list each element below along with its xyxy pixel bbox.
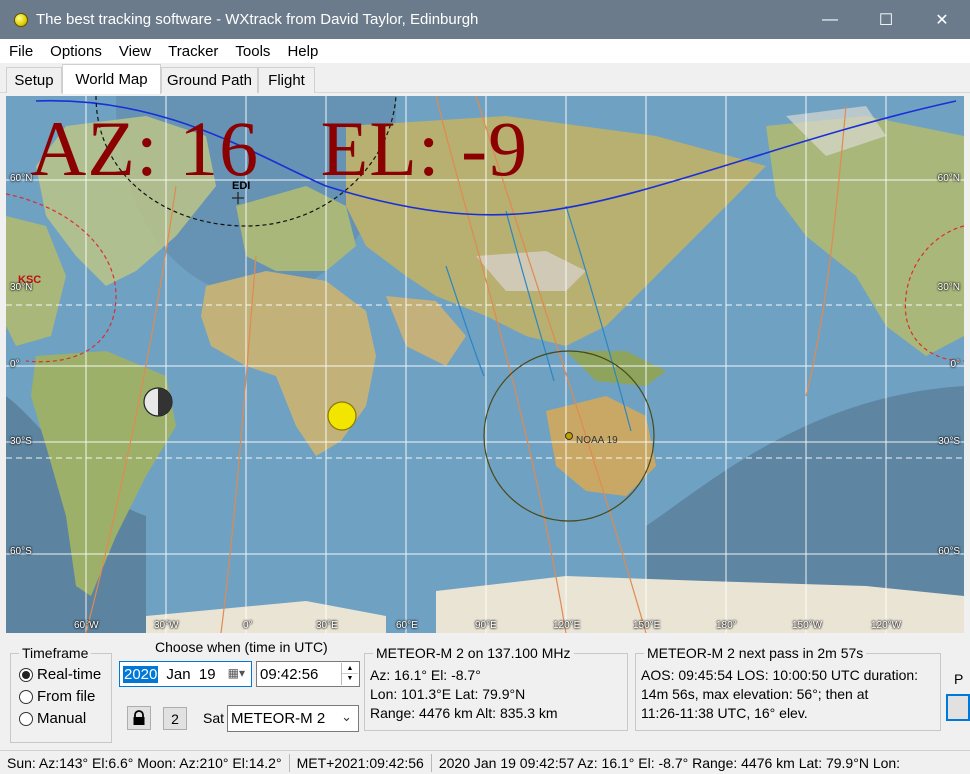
current-lon-lat: Lon: 101.3°E Lat: 79.9°N [370, 686, 526, 702]
lon-label-90e: 90°E [475, 620, 497, 631]
az-el-readout: AZ: 16 EL: -9 [30, 105, 529, 192]
lat-label-30n-right: 30°N [937, 282, 960, 293]
lat-label-0: 0° [10, 359, 20, 370]
lon-label-0: 0° [243, 620, 253, 631]
satellite-select[interactable]: METEOR-M 2 ⌄ [227, 705, 359, 732]
time-spinner[interactable]: ▲ ▼ [341, 663, 358, 685]
time-input[interactable]: 09:42:56 ▲ ▼ [256, 661, 360, 687]
lon-label-120w: 120°W [871, 620, 902, 631]
tab-ground-path[interactable]: Ground Path [161, 67, 258, 93]
tab-world-map[interactable]: World Map [62, 64, 161, 94]
sat-label: Sat [203, 710, 225, 726]
date-month-day[interactable]: Jan 19 [166, 666, 215, 683]
current-satellite-title: METEOR-M 2 on 137.100 MHz [373, 645, 574, 661]
tab-strip: Setup World Map Ground Path Flight [0, 63, 970, 94]
radio-manual[interactable]: Manual [19, 710, 86, 727]
satellite-label: NOAA 19 [576, 435, 618, 446]
title-bar: The best tracking software - WXtrack fro… [0, 0, 970, 39]
menu-tools[interactable]: Tools [226, 43, 278, 60]
lat-label-0-right: 0° [950, 359, 960, 370]
lat-label-30s-right: 30°S [938, 436, 960, 447]
menu-tracker[interactable]: Tracker [159, 43, 226, 60]
time-down-arrow-icon[interactable]: ▼ [342, 674, 358, 684]
next-pass-aos-los: AOS: 09:45:54 LOS: 10:00:50 UTC duration… [641, 667, 919, 683]
radio-from-file-indicator[interactable] [19, 689, 33, 704]
lock-button[interactable] [127, 706, 151, 730]
radio-real-time[interactable]: Real-time [19, 666, 101, 683]
chevron-down-icon[interactable]: ⌄ [341, 709, 352, 725]
lat-label-30n: 30°N [10, 282, 33, 293]
lon-label-120e: 120°E [553, 620, 581, 631]
lon-label-150e: 150°E [633, 620, 661, 631]
minimize-button[interactable]: — [802, 0, 858, 39]
lat-label-30s: 30°S [10, 436, 32, 447]
status-detail: 2020 Jan 19 09:42:57 Az: 16.1° El: -8.7°… [438, 754, 901, 771]
next-pass-title: METEOR-M 2 next pass in 2m 57s [644, 645, 867, 661]
lon-label-150w: 150°W [792, 620, 823, 631]
lon-label-30w: 30°W [154, 620, 179, 631]
radio-real-time-label: Real-time [37, 666, 102, 683]
next-pass-duration: 14m 56s, max elevation: 56°; then at [641, 686, 869, 702]
time-up-arrow-icon[interactable]: ▲ [342, 663, 358, 674]
radio-manual-indicator[interactable] [19, 711, 33, 726]
choose-when-title: Choose when (time in UTC) [155, 639, 328, 655]
current-az-el: Az: 16.1° El: -8.7° [370, 667, 481, 683]
date-picker[interactable]: 2020 Jan 19 ▦▾ [119, 661, 252, 687]
radio-manual-label: Manual [37, 710, 87, 727]
menu-options[interactable]: Options [41, 43, 110, 60]
radio-from-file[interactable]: From file [19, 688, 95, 705]
calendar-dropdown-icon[interactable]: ▦▾ [228, 666, 245, 680]
next-pass-following: 11:26-11:38 UTC, 16° elev. [641, 705, 808, 721]
lon-label-60e: 60°E [396, 620, 418, 631]
radio-from-file-label: From file [37, 688, 96, 705]
lock-icon [133, 710, 145, 725]
menu-view[interactable]: View [110, 43, 159, 60]
status-met: MET+2021:09:42:56 [290, 753, 432, 772]
menu-bar: File Options View Tracker Tools Help [0, 39, 970, 63]
time-value[interactable]: 09:42:56 [260, 666, 318, 683]
tab-flight[interactable]: Flight [258, 67, 315, 93]
lat-label-60s-right: 60°S [938, 546, 960, 557]
lat-label-60s: 60°S [10, 546, 32, 557]
control-panel: Timeframe Real-time From file Manual Cho… [0, 636, 970, 750]
edinburgh-label: EDI [232, 180, 251, 192]
lat-label-60n-right: 60°N [937, 173, 960, 184]
panel-edge-button[interactable] [946, 694, 970, 721]
date-year[interactable]: 2020 [123, 665, 159, 683]
close-button[interactable]: ✕ [914, 0, 970, 39]
window-title: The best tracking software - WXtrack fro… [36, 11, 479, 28]
timeframe-group: Timeframe Real-time From file Manual [10, 645, 112, 743]
window-controls: — ☐ ✕ [802, 0, 970, 39]
satellite-select-value[interactable]: METEOR-M 2 [231, 710, 325, 727]
status-sun-moon: Sun: Az:143° El:6.6° Moon: Az:210° El:14… [0, 753, 290, 772]
next-pass-group: METEOR-M 2 next pass in 2m 57s AOS: 09:4… [635, 645, 941, 731]
radio-real-time-indicator[interactable] [19, 667, 33, 682]
lon-label-60w: 60°W [74, 620, 99, 631]
app-sun-icon [14, 12, 28, 27]
menu-help[interactable]: Help [278, 43, 326, 60]
lon-label-180: 180° [716, 620, 737, 631]
current-range-alt: Range: 4476 km Alt: 835.3 km [370, 705, 558, 721]
menu-file[interactable]: File [0, 43, 41, 60]
timeframe-title: Timeframe [19, 645, 92, 661]
tab-setup[interactable]: Setup [6, 67, 62, 93]
count-button[interactable]: 2 [163, 707, 187, 730]
panel-edge-label: P [954, 671, 964, 687]
lon-label-30e: 30°E [316, 620, 338, 631]
world-map[interactable]: AZ: 16 EL: -9 EDI KSC NOAA 19 60°N 30°N … [6, 96, 964, 633]
maximize-button[interactable]: ☐ [858, 0, 914, 39]
lat-label-60n: 60°N [10, 173, 33, 184]
current-satellite-group: METEOR-M 2 on 137.100 MHz Az: 16.1° El: … [364, 645, 628, 731]
status-bar: Sun: Az:143° El:6.6° Moon: Az:210° El:14… [0, 750, 970, 774]
